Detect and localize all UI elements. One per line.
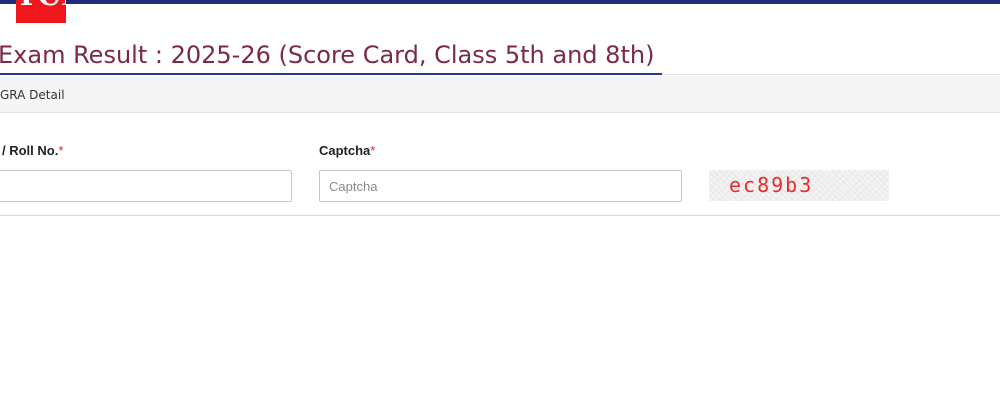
site-logo[interactable]: TCF [16, 0, 66, 23]
roll-number-label: / Roll No.* [2, 143, 63, 159]
required-mark: * [58, 143, 64, 158]
logo-text: TCF [16, 0, 66, 12]
page-title: Exam Result : 2025-26 (Score Card, Class… [0, 41, 655, 69]
panel-header: GRA Detail [0, 76, 1000, 113]
section-divider [0, 215, 1000, 216]
panel-header-text: GRA Detail [0, 88, 65, 102]
captcha-label: Captcha* [319, 143, 375, 159]
roll-number-label-text: / Roll No. [2, 143, 59, 158]
captcha-image: ec89b3 [709, 170, 889, 201]
captcha-label-text: Captcha [319, 143, 371, 158]
captcha-input[interactable] [319, 170, 682, 202]
roll-number-input[interactable] [0, 170, 292, 202]
required-mark: * [370, 143, 376, 158]
top-bar [0, 0, 1000, 4]
result-page: TCF Exam Result : 2025-26 (Score Card, C… [0, 0, 1000, 420]
title-underline [0, 73, 662, 75]
captcha-code: ec89b3 [729, 173, 814, 197]
